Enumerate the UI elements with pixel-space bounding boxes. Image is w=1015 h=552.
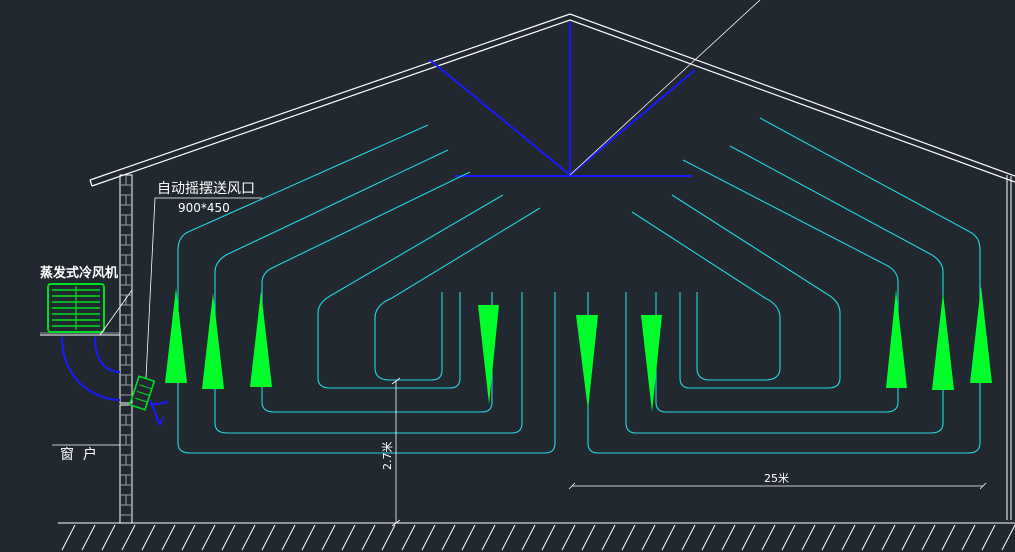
guide-line: [569, 0, 761, 176]
outlet-label: 自动摇摆送风口: [157, 181, 255, 197]
air-cone: [886, 290, 907, 388]
height-dimension-label: 2.7米: [381, 442, 394, 471]
left-wall: [119, 174, 133, 524]
ventilation-diagram: 2.7米 25米 蒸发式冷风机 自动摇摆送风口 900*450 窗 户: [40, 0, 1015, 551]
air-cone: [202, 293, 224, 389]
air-cone: [970, 286, 992, 383]
air-cone: [250, 291, 272, 387]
ground: [58, 522, 1015, 551]
swing-outlet: [128, 375, 169, 427]
airflow-left: [177, 124, 556, 454]
air-cone: [165, 288, 187, 383]
leader-lines: [52, 197, 262, 446]
width-dimension-label: 25米: [764, 472, 789, 485]
evaporative-cooler: [40, 283, 133, 336]
airflow-right: [587, 117, 981, 454]
cooler-label: 蒸发式冷风机: [40, 265, 118, 281]
air-cone: [478, 305, 499, 404]
window-label: 窗 户: [60, 446, 97, 463]
air-cone: [641, 315, 662, 412]
air-duct: [61, 336, 121, 401]
air-cones: [165, 286, 992, 412]
right-wall: [1006, 175, 1012, 520]
air-cone: [576, 315, 598, 410]
outlet-size-label: 900*450: [178, 201, 230, 215]
air-cone: [932, 293, 954, 390]
